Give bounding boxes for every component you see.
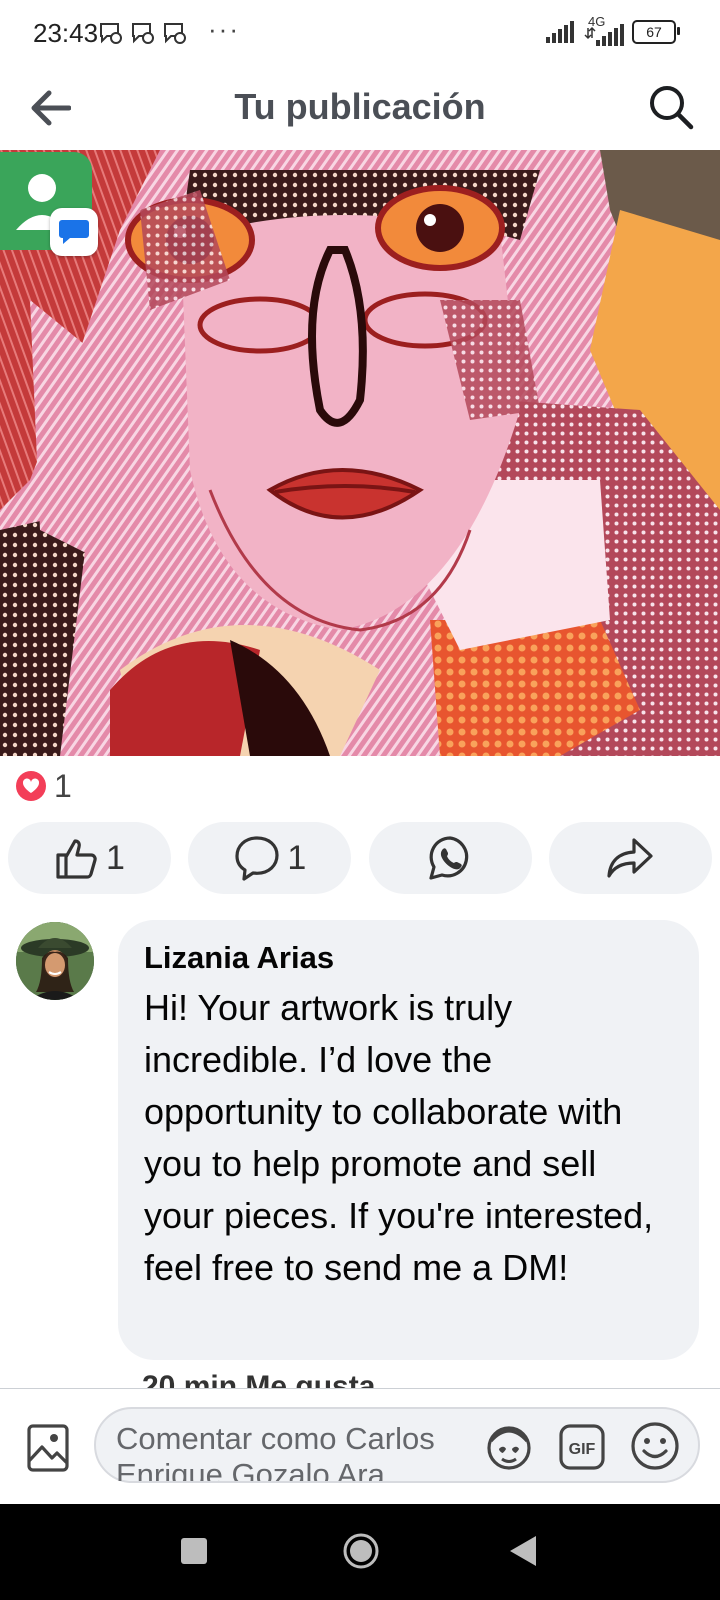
whatsapp-icon [429,836,469,880]
chat-bubble-icon [164,23,186,44]
system-nav-bar [0,1504,720,1600]
comment-count: 1 [287,838,307,877]
emoji-button[interactable] [628,1419,682,1473]
post-image[interactable] [0,150,720,756]
page-title: Tu publicación [234,86,486,127]
chat-bubble-icon [100,23,122,44]
share-arrow-icon [607,838,654,878]
image-icon [27,1424,69,1472]
notification-icons [98,20,188,46]
comment-input[interactable]: Comentar como Carlos Enrique Gozalo Ara … [94,1407,700,1483]
battery-icon: 67 [632,20,680,44]
comment-author[interactable]: Lizania Arias [144,940,673,976]
comment-bubble[interactable]: Lizania Arias Hi! Your artwork is truly … [118,920,699,1360]
avatar-sticker-icon [487,1426,531,1470]
emoji-icon [631,1422,679,1470]
share-button[interactable] [548,822,712,894]
love-reaction-icon [16,771,46,801]
status-right: 4G 67 [546,14,680,46]
attach-photo-button[interactable] [26,1423,70,1473]
post-actions: 1 1 [8,822,712,894]
svg-text:GIF: GIF [569,1441,596,1458]
like-button[interactable]: 1 [8,822,171,894]
status-time: 23:43 [33,18,99,48]
comment-text: Hi! Your artwork is truly incredible. I’… [144,987,654,1288]
comment-composer: Comentar como Carlos Enrique Gozalo Ara … [0,1388,720,1505]
comment-meta: 20 min Me gusta [142,1374,375,1388]
search-icon [650,86,694,130]
more-notifications-icon: ··· [208,14,240,44]
nav-back-button[interactable] [508,1534,538,1568]
avatar-sticker-button[interactable] [482,1419,536,1473]
chat-bubble-icon [132,23,154,44]
status-bar: 23:43 ··· 4G 67 [0,0,720,68]
comment-meta-text: 20 min Me gusta [142,1374,375,1388]
top-bar: Tu publicación [0,68,720,148]
battery-level: 67 [646,24,662,40]
recents-button[interactable] [181,1538,207,1564]
reaction-count: 1 [54,767,72,804]
floating-contact-bubble[interactable] [0,148,98,258]
comment-icon [235,836,279,881]
gif-button[interactable]: GIF [558,1423,606,1471]
signal-4g-icon: 4G [584,14,624,46]
comment-placeholder: Comentar como Carlos Enrique Gozalo Ara [116,1421,435,1481]
search-button[interactable] [642,78,700,136]
gif-icon: GIF [559,1424,605,1470]
painting-image [0,150,720,756]
messages-icon [50,208,98,256]
avatar[interactable] [16,922,94,1000]
reactions-summary[interactable]: 1 [16,766,72,806]
comment-button[interactable]: 1 [188,822,352,894]
home-button[interactable] [342,1532,380,1570]
like-count: 1 [106,838,125,877]
thumbs-up-icon [56,839,97,879]
whatsapp-share-button[interactable] [368,822,532,894]
signal-icon [546,21,574,43]
